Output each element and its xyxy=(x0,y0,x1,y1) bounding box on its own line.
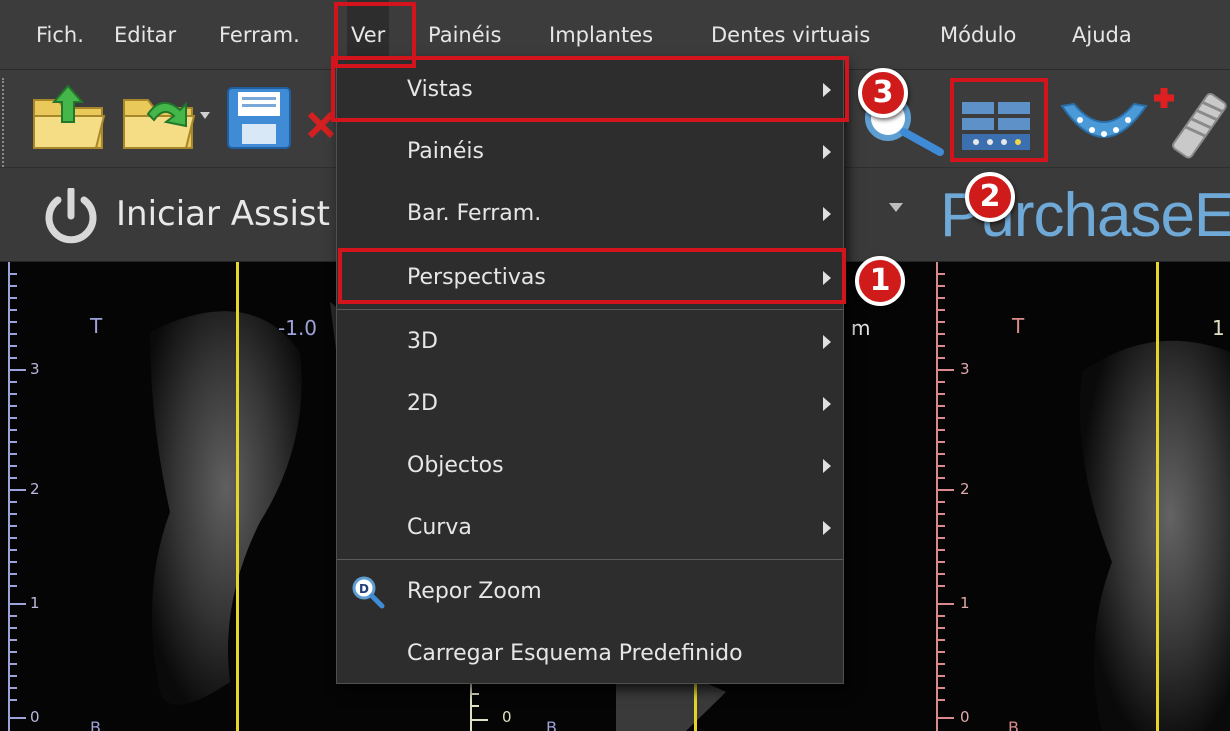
menu-item-label: Bar. Ferram. xyxy=(407,201,542,226)
svg-text:D: D xyxy=(359,582,369,596)
highlight-layout-button xyxy=(950,78,1048,162)
ruler-tick-label: 0 xyxy=(30,708,40,726)
crosshair-line[interactable] xyxy=(236,262,239,731)
menu-ajuda[interactable]: Ajuda xyxy=(1068,0,1136,70)
slice-offset-label: -1.0 xyxy=(278,316,318,340)
menu-item-repor-zoom[interactable]: D Repor Zoom xyxy=(337,561,843,623)
menu-item-carregar-esquema[interactable]: Carregar Esquema Predefinido xyxy=(337,623,843,685)
start-assistant-button[interactable]: Iniciar Assist xyxy=(116,188,338,240)
menu-item-label: Repor Zoom xyxy=(407,579,542,604)
menu-item-label: Painéis xyxy=(407,139,484,164)
orientation-label-bottom: B xyxy=(90,718,101,731)
highlight-perspectivas xyxy=(338,248,846,304)
orientation-label-bottom: B xyxy=(546,718,557,731)
submenu-arrow-icon xyxy=(823,145,831,159)
submenu-arrow-icon xyxy=(823,207,831,221)
ruler-tick-label: 2 xyxy=(30,480,40,498)
ruler-tick-label: 0 xyxy=(960,708,970,726)
ruler-tick-label: 0 xyxy=(502,708,512,726)
unit-label: m xyxy=(851,316,871,340)
reset-zoom-icon: D xyxy=(352,576,385,609)
submenu-arrow-icon xyxy=(823,521,831,535)
slice-offset-label: 1 xyxy=(1212,316,1225,340)
orientation-label-top: T xyxy=(90,314,103,338)
ruler-tick-label: 3 xyxy=(960,360,970,378)
menu-separator xyxy=(337,309,843,310)
save-icon[interactable] xyxy=(224,84,294,152)
power-icon[interactable] xyxy=(38,188,104,244)
chevron-down-icon[interactable] xyxy=(889,203,903,212)
crosshair-line[interactable] xyxy=(1156,262,1159,731)
orientation-label-top: T xyxy=(1012,314,1025,338)
ruler-left xyxy=(8,262,26,731)
orientation-label-bottom: B xyxy=(1008,718,1019,731)
ver-menu: Vistas Painéis Bar. Ferram. Perspectivas… xyxy=(336,58,844,684)
menu-item-label: Curva xyxy=(407,515,472,540)
menu-ferram[interactable]: Ferram. xyxy=(215,0,304,70)
ruler-tick-label: 2 xyxy=(960,480,970,498)
menu-item-paineis[interactable]: Painéis xyxy=(337,121,843,183)
ruler-right xyxy=(936,262,954,731)
open-recent-folder-icon[interactable] xyxy=(118,82,214,154)
open-folder-icon[interactable] xyxy=(28,82,108,154)
add-implant-icon[interactable] xyxy=(1146,80,1230,160)
menu-item-label: 3D xyxy=(407,329,438,354)
menu-item-2d[interactable]: 2D xyxy=(337,373,843,435)
menu-item-bar-ferram[interactable]: Bar. Ferram. xyxy=(337,183,843,245)
viewport-right[interactable]: 3 2 1 0 T B 1 xyxy=(932,262,1230,731)
ruler-tick-label: 3 xyxy=(30,360,40,378)
menu-editar[interactable]: Editar xyxy=(110,0,180,70)
menu-modulo[interactable]: Módulo xyxy=(936,0,1020,70)
menu-fich[interactable]: Fich. xyxy=(32,0,88,70)
menu-item-3d[interactable]: 3D xyxy=(337,311,843,373)
step-badge-3: 3 xyxy=(858,68,908,118)
step-badge-1: 1 xyxy=(855,256,905,306)
dental-arch-icon[interactable] xyxy=(1056,92,1152,156)
menu-item-curva[interactable]: Curva xyxy=(337,497,843,559)
submenu-arrow-icon xyxy=(823,335,831,349)
menu-item-objectos[interactable]: Objectos xyxy=(337,435,843,497)
menu-item-label: Carregar Esquema Predefinido xyxy=(407,641,743,666)
menu-separator xyxy=(337,559,843,560)
menu-item-label: Objectos xyxy=(407,453,504,478)
highlight-vistas xyxy=(331,56,849,122)
ct-slice-image xyxy=(1080,340,1230,731)
submenu-arrow-icon xyxy=(823,397,831,411)
ruler-tick-label: 1 xyxy=(960,594,970,612)
ruler-tick-label: 1 xyxy=(30,594,40,612)
menu-item-label: 2D xyxy=(407,391,438,416)
submenu-arrow-icon xyxy=(823,459,831,473)
step-badge-2: 2 xyxy=(965,172,1015,222)
